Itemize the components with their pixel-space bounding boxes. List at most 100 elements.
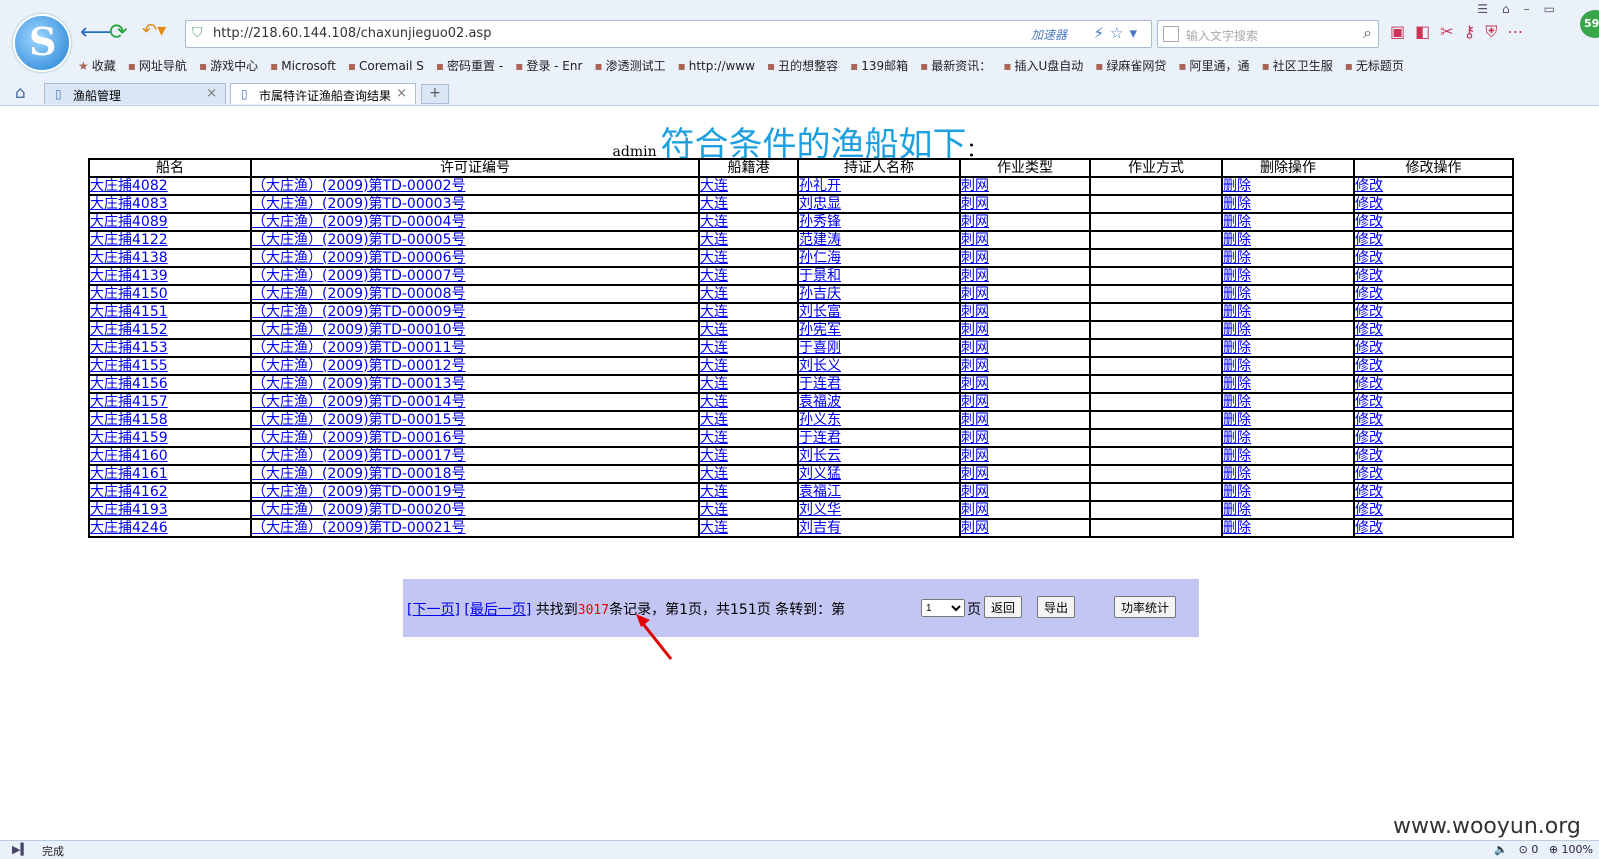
tab-fishing-vessel-management[interactable]: ▯ 渔船管理 × (44, 83, 226, 104)
license-number[interactable]: （大庄渔）(2009)第TD-00011号 (253, 341, 465, 355)
back-button[interactable]: 返回 (984, 596, 1023, 618)
power-stats-button[interactable]: 功率统计 (1114, 596, 1177, 618)
bookmark-item[interactable]: ▪ 社区卫生服 (1262, 57, 1333, 74)
vessel-name[interactable]: 大庄捕4157 (91, 395, 168, 409)
edit-link[interactable]: 修改 (1356, 377, 1383, 391)
bookmark-item[interactable]: ▪ 丑的想整容 (767, 57, 838, 74)
home-port[interactable]: 大连 (701, 287, 728, 301)
delete-link[interactable]: 删除 (1224, 395, 1251, 409)
edit-link[interactable]: 修改 (1356, 359, 1383, 373)
delete-link[interactable]: 删除 (1224, 287, 1251, 301)
skin-icon[interactable]: ⌂ (1502, 2, 1524, 16)
license-number[interactable]: （大庄渔）(2009)第TD-00010号 (253, 323, 465, 337)
operation-type[interactable]: 刺网 (962, 359, 989, 373)
license-number[interactable]: （大庄渔）(2009)第TD-00018号 (253, 467, 465, 481)
delete-link[interactable]: 删除 (1224, 251, 1251, 265)
bookmark-item[interactable]: ▪ 渗透测试工 (594, 57, 665, 74)
holder-name[interactable]: 孙仁海 (800, 251, 841, 265)
delete-link[interactable]: 删除 (1224, 521, 1251, 535)
search-placeholder[interactable]: 输入文字搜索 (1186, 27, 1258, 44)
license-number[interactable]: （大庄渔）(2009)第TD-00003号 (253, 197, 465, 211)
delete-link[interactable]: 删除 (1224, 431, 1251, 445)
menu-icon[interactable]: ☰ (1477, 2, 1502, 16)
edit-link[interactable]: 修改 (1356, 485, 1383, 499)
bookmark-item[interactable]: ▪ 最新资讯： (920, 57, 991, 74)
operation-type[interactable]: 刺网 (962, 197, 989, 211)
operation-type[interactable]: 刺网 (962, 323, 989, 337)
tab-query-results[interactable]: ▯ 市属特许证渔船查询结果 × (230, 83, 416, 104)
search-box[interactable]: 输入文字搜索 ⌕ (1157, 20, 1379, 48)
home-port[interactable]: 大连 (701, 395, 728, 409)
home-port[interactable]: 大连 (701, 449, 728, 463)
home-port[interactable]: 大连 (701, 251, 728, 265)
operation-type[interactable]: 刺网 (962, 305, 989, 319)
vessel-name[interactable]: 大庄捕4153 (91, 341, 168, 355)
delete-link[interactable]: 删除 (1224, 305, 1251, 319)
operation-type[interactable]: 刺网 (962, 377, 989, 391)
vessel-name[interactable]: 大庄捕4151 (91, 305, 168, 319)
edit-link[interactable]: 修改 (1356, 251, 1383, 265)
holder-name[interactable]: 孙吉庆 (800, 287, 841, 301)
edit-link[interactable]: 修改 (1356, 413, 1383, 427)
delete-link[interactable]: 删除 (1224, 377, 1251, 391)
maximize-icon[interactable]: ▭ (1544, 2, 1569, 16)
license-number[interactable]: （大庄渔）(2009)第TD-00017号 (253, 449, 465, 463)
home-port[interactable]: 大连 (701, 197, 728, 211)
vessel-name[interactable]: 大庄捕4083 (91, 197, 168, 211)
bookmark-item[interactable]: ▪ 阿里通，通 (1178, 57, 1249, 74)
next-page-link[interactable]: [下一页] (407, 602, 460, 618)
holder-name[interactable]: 袁福江 (800, 485, 841, 499)
home-port[interactable]: 大连 (701, 467, 728, 481)
operation-type[interactable]: 刺网 (962, 179, 989, 193)
zoom-level[interactable]: 100% (1562, 843, 1593, 856)
vessel-name[interactable]: 大庄捕4155 (91, 359, 168, 373)
edit-link[interactable]: 修改 (1356, 521, 1383, 535)
delete-link[interactable]: 删除 (1224, 485, 1251, 499)
vessel-name[interactable]: 大庄捕4159 (91, 431, 168, 445)
holder-name[interactable]: 孙秀锋 (800, 215, 841, 229)
holder-name[interactable]: 刘吉有 (800, 521, 841, 535)
operation-type[interactable]: 刺网 (962, 251, 989, 265)
home-port[interactable]: 大连 (701, 359, 728, 373)
edit-link[interactable]: 修改 (1356, 449, 1383, 463)
vessel-name[interactable]: 大庄捕4150 (91, 287, 168, 301)
bookmark-item[interactable]: ▪ 无标题页 (1345, 57, 1404, 74)
bookmark-item[interactable]: ▪ 插入U盘自动 (1003, 57, 1083, 74)
vessel-name[interactable]: 大庄捕4082 (91, 179, 168, 193)
delete-link[interactable]: 删除 (1224, 359, 1251, 373)
license-number[interactable]: （大庄渔）(2009)第TD-00004号 (253, 215, 465, 229)
back-icon[interactable]: ⟵ (80, 20, 112, 45)
holder-name[interactable]: 刘长富 (800, 305, 841, 319)
download-count[interactable]: 0 (1531, 843, 1538, 856)
vessel-name[interactable]: 大庄捕4158 (91, 413, 168, 427)
delete-link[interactable]: 删除 (1224, 341, 1251, 355)
license-number[interactable]: （大庄渔）(2009)第TD-00005号 (253, 233, 465, 247)
last-page-link[interactable]: [最后一页] (464, 602, 531, 618)
search-icon[interactable]: ⌕ (1363, 23, 1372, 43)
extension-icon[interactable]: ▣ (1390, 22, 1415, 41)
volume-icon[interactable]: 🔈 (1494, 843, 1508, 856)
page-select[interactable]: 1 (921, 599, 965, 617)
home-port[interactable]: 大连 (701, 503, 728, 517)
bookmark-item[interactable]: ▪ 登录 - Enr (515, 57, 582, 74)
address-url[interactable]: http://218.60.144.108/chaxunjieguo02.asp (213, 26, 491, 41)
operation-type[interactable]: 刺网 (962, 503, 989, 517)
refresh-icon[interactable]: ⟳ (109, 20, 127, 45)
vessel-name[interactable]: 大庄捕4089 (91, 215, 168, 229)
vessel-name[interactable]: 大庄捕4138 (91, 251, 168, 265)
close-tab-icon[interactable]: × (206, 86, 217, 101)
edit-link[interactable]: 修改 (1356, 323, 1383, 337)
holder-name[interactable]: 孙礼开 (800, 179, 841, 193)
edit-link[interactable]: 修改 (1356, 215, 1383, 229)
edit-link[interactable]: 修改 (1356, 179, 1383, 193)
more-icon[interactable]: ⋯ (1507, 22, 1533, 41)
operation-type[interactable]: 刺网 (962, 467, 989, 481)
license-number[interactable]: （大庄渔）(2009)第TD-00014号 (253, 395, 465, 409)
vessel-name[interactable]: 大庄捕4122 (91, 233, 168, 247)
zoom-icon[interactable]: ⊕ (1549, 843, 1558, 856)
delete-link[interactable]: 删除 (1224, 179, 1251, 193)
holder-name[interactable]: 范建涛 (800, 233, 841, 247)
edit-link[interactable]: 修改 (1356, 395, 1383, 409)
operation-type[interactable]: 刺网 (962, 269, 989, 283)
home-port[interactable]: 大连 (701, 233, 728, 247)
